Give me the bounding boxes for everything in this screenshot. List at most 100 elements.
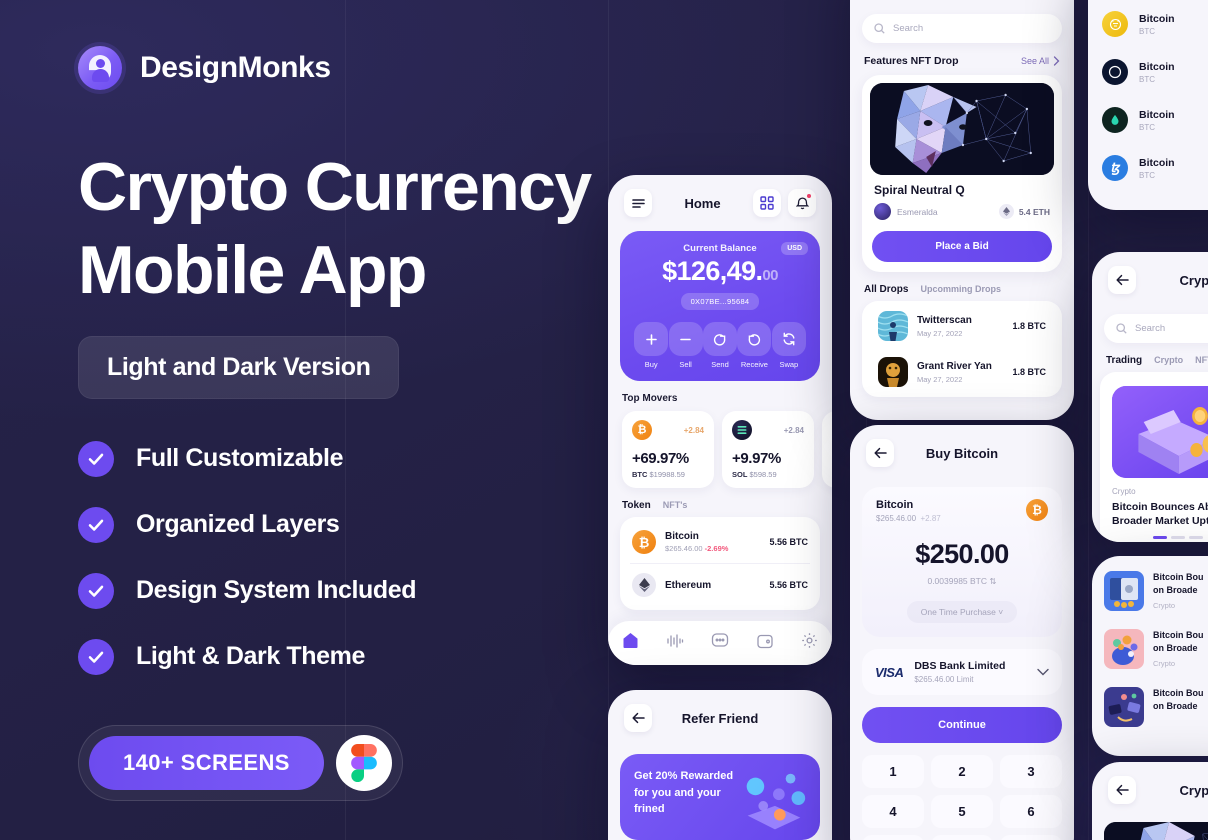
brand: DesignMonks [78, 46, 638, 90]
top-movers-carousel[interactable]: ₿ +2.84 +69.97% BTC $19988.59 +2.84 +9.9… [608, 411, 832, 488]
drops-tabs[interactable]: All Drops Upcomming Drops [850, 272, 1074, 301]
asset-type-tabs[interactable]: Token NFT's [608, 488, 832, 517]
keypad-key[interactable]: 6 [1000, 795, 1062, 828]
numeric-keypad[interactable]: 1 2 3 4 5 6 7 8 9 [850, 743, 1074, 840]
tab-crypto[interactable]: Crypto [1154, 355, 1183, 365]
keypad-key[interactable]: 3 [1000, 755, 1062, 788]
coin-ticker: BTC [1139, 26, 1155, 36]
news-hero-card[interactable]: Crypto Bitcoin Bounces Abov Broader Mark… [1100, 372, 1208, 542]
list-item[interactable]: Bitcoin Bou on Broade [1092, 678, 1208, 736]
nft-meta: Esmeralda 5.4 ETH [870, 197, 1054, 224]
payment-method-card[interactable]: VISA DBS Bank Limited $265.46.00 Limit [862, 649, 1062, 695]
mover-card[interactable]: +2.84 +9.97% SOL $598.59 [722, 411, 814, 488]
figma-icon [335, 734, 392, 791]
receive-arrow-icon [737, 322, 772, 356]
action-receive[interactable]: Receive [737, 322, 772, 369]
back-arrow-icon[interactable] [1108, 776, 1136, 804]
list-item[interactable]: Bitcoin Bou on Broade Crypto [1092, 562, 1208, 620]
avatar [874, 203, 891, 220]
bitcoin-icon: ₿ [1026, 499, 1048, 521]
tab-token[interactable]: Token [622, 500, 651, 511]
bittorrent-coin-icon [1102, 59, 1128, 85]
keypad-key[interactable]: 7 [862, 835, 924, 840]
drop-name: Twitterscan [917, 314, 972, 326]
hamburger-menu-icon[interactable] [624, 189, 652, 217]
list-item[interactable]: Bitcoin BTC [1088, 48, 1208, 96]
featured-nft-card[interactable]: Spiral Neutral Q Esmeralda 5.4 ETH Place… [862, 75, 1062, 272]
section-title-featured-nft: Features NFT Drop [864, 55, 959, 67]
qr-scan-icon[interactable] [753, 189, 781, 217]
list-item[interactable]: Bitcoin Bou on Broade Crypto [1092, 620, 1208, 678]
mover-sub: SOL $598.59 [732, 470, 804, 479]
keypad-key[interactable]: 1 [862, 755, 924, 788]
ethereum-icon [998, 204, 1014, 219]
news-category-tabs[interactable]: Trading Crypto NFT's [1092, 343, 1208, 372]
action-sell[interactable]: Sell [668, 322, 703, 369]
list-item[interactable]: ꜩ Bitcoin BTC [1088, 144, 1208, 192]
bottom-tab-bar[interactable] [608, 621, 832, 665]
feature-label: Design System Included [136, 576, 417, 605]
swap-refresh-icon [771, 322, 806, 356]
screens-cta[interactable]: 140+ SCREENS [78, 724, 403, 801]
referral-banner[interactable]: Get 20% Rewarded for you and your frined [620, 754, 820, 840]
page-title: Crypto N [1179, 782, 1208, 798]
buy-btc-equivalent[interactable]: 0.0039985 BTC ⇅ [876, 576, 1048, 587]
search-input[interactable]: Search [1104, 314, 1208, 343]
list-item[interactable]: Twitterscan May 27, 2022 1.8 BTC [868, 303, 1056, 349]
referral-illustration [746, 773, 806, 830]
mover-price: $19988.59 [649, 470, 685, 479]
vertical-swap-icon[interactable]: ⇅ [989, 576, 996, 586]
mover-sub: BTC $19988.59 [632, 470, 704, 479]
table-row[interactable]: ₿ Bitcoin $265.46.00 -2.69% 5.56 BTC [630, 521, 810, 564]
keypad-key[interactable]: 9 [1000, 835, 1062, 840]
carousel-dots[interactable] [1100, 528, 1208, 540]
keypad-key[interactable]: 8 [931, 835, 993, 840]
tab-upcoming-drops[interactable]: Upcomming Drops [920, 284, 1001, 294]
stats-bars-icon[interactable] [666, 633, 684, 654]
action-buy[interactable]: Buy [634, 322, 669, 369]
action-label: Sell [679, 360, 692, 369]
home-icon[interactable] [622, 632, 639, 654]
gear-icon[interactable] [801, 632, 818, 654]
keypad-key[interactable]: 5 [931, 795, 993, 828]
list-item[interactable]: Bitcoin BTC [1088, 0, 1208, 48]
page-title: Refer Friend [681, 710, 759, 726]
phone-mockup-crypto-news: Crypto N Search Trading Crypto NFT's [1092, 252, 1208, 542]
tab-all-drops[interactable]: All Drops [864, 284, 908, 295]
mover-card[interactable]: +2.84 +2 DAS [822, 411, 832, 488]
keypad-key[interactable]: 2 [931, 755, 993, 788]
notification-bell-icon[interactable] [788, 189, 816, 217]
tab-trading[interactable]: Trading [1106, 355, 1142, 366]
back-arrow-icon[interactable] [1108, 266, 1136, 294]
chevron-down-icon[interactable] [1037, 663, 1049, 681]
action-swap[interactable]: Swap [771, 322, 806, 369]
back-arrow-icon[interactable] [624, 704, 652, 732]
see-all-link[interactable]: See All [1021, 56, 1060, 66]
news-title-line-1: Bitcoin Bou [1153, 688, 1204, 698]
news-title-line-2: on Broade [1153, 700, 1198, 711]
search-input[interactable]: Search [862, 14, 1062, 43]
token-name: Bitcoin [665, 531, 699, 542]
list-item[interactable]: Grant River Yan May 27, 2022 1.8 BTC [868, 349, 1056, 395]
wallet-icon[interactable] [756, 633, 774, 654]
tab-nft[interactable]: NFT's [663, 500, 688, 510]
action-label: Receive [740, 360, 768, 369]
search-placeholder: Search [893, 23, 924, 34]
continue-button[interactable]: Continue [862, 707, 1062, 743]
list-item: Design System Included [78, 572, 638, 609]
action-send[interactable]: Send [703, 322, 738, 369]
keypad-key[interactable]: 4 [862, 795, 924, 828]
mover-card[interactable]: ₿ +2.84 +69.97% BTC $19988.59 [622, 411, 714, 488]
chat-bubble-icon[interactable] [711, 632, 729, 654]
headline-line-2: Mobile App [78, 231, 427, 308]
back-arrow-icon[interactable] [866, 439, 894, 467]
tab-nfts[interactable]: NFT's [1195, 355, 1208, 365]
action-label: Send [711, 360, 729, 369]
table-row[interactable]: Ethereum 5.56 BTC [630, 564, 810, 606]
wallet-address[interactable]: 0X07BE...95684 [680, 293, 760, 310]
purchase-type-select[interactable]: One Time Purchase ˅ [906, 601, 1018, 623]
list-item[interactable]: Bitcoin BTC [1088, 96, 1208, 144]
news-category: Crypto [1112, 487, 1136, 496]
place-bid-button[interactable]: Place a Bid [872, 231, 1052, 262]
list-item: Organized Layers [78, 506, 638, 543]
